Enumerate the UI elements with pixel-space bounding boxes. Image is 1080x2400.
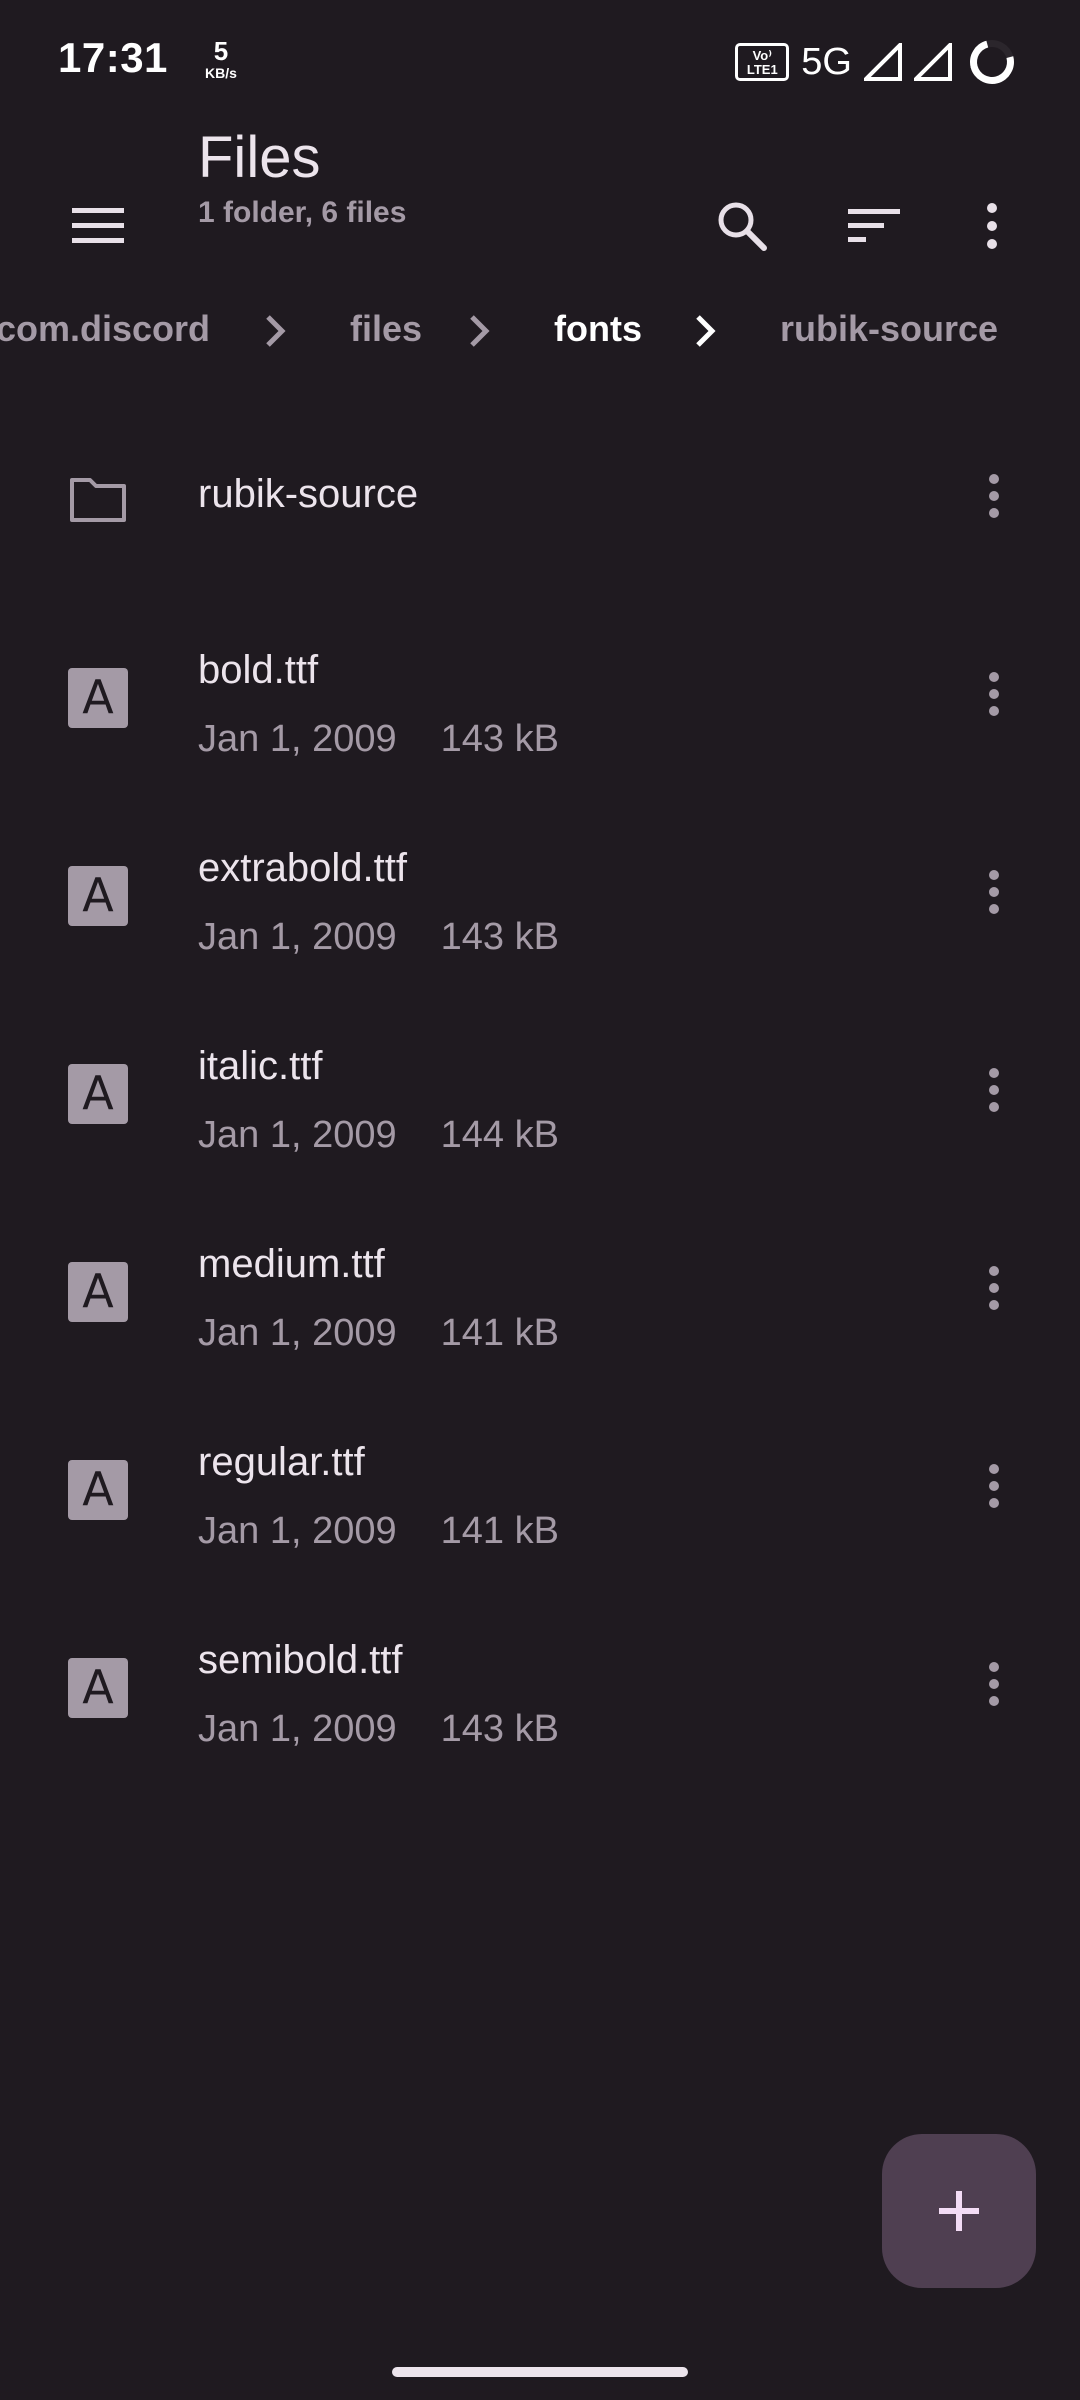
status-bar: 17:31 5 KB/s Vo⁾ LTE1 5G <box>0 0 1080 120</box>
breadcrumb-item-fonts[interactable]: fonts <box>554 308 642 350</box>
more-vert-icon <box>989 1068 999 1112</box>
font-file-icon: A <box>68 1064 128 1124</box>
battery-icon <box>961 31 1023 93</box>
font-file-icon: A <box>68 668 128 728</box>
list-item-file[interactable]: A medium.ttf Jan 1, 2009 141 kB <box>0 1190 1080 1388</box>
file-meta: Jan 1, 2009 143 kB <box>198 718 559 761</box>
file-date: Jan 1, 2009 <box>198 1312 397 1354</box>
page-subtitle: 1 folder, 6 files <box>198 196 407 229</box>
file-name: bold.ttf <box>198 648 319 692</box>
font-file-icon: A <box>68 1658 128 1718</box>
font-file-icon: A <box>68 866 128 926</box>
file-date: Jan 1, 2009 <box>198 718 397 760</box>
file-meta: Jan 1, 2009 143 kB <box>198 1708 559 1751</box>
more-vert-icon <box>989 1662 999 1706</box>
network-speed-unit: KB/s <box>205 65 237 81</box>
list-item-file[interactable]: A bold.ttf Jan 1, 2009 143 kB <box>0 596 1080 794</box>
file-date: Jan 1, 2009 <box>198 916 397 958</box>
more-vert-icon <box>989 474 999 518</box>
status-icons: Vo⁾ LTE1 5G <box>735 31 1023 93</box>
font-file-icon: A <box>68 1460 128 1520</box>
item-more-button[interactable] <box>946 448 1042 544</box>
file-meta: Jan 1, 2009 143 kB <box>198 916 559 959</box>
breadcrumb-item-files[interactable]: files <box>350 308 422 350</box>
more-vert-icon <box>987 203 997 249</box>
network-speed: 5 KB/s <box>198 38 244 80</box>
signal-icon <box>864 43 902 81</box>
file-name: italic.ttf <box>198 1044 323 1088</box>
file-name: medium.ttf <box>198 1242 385 1286</box>
more-options-button[interactable] <box>944 178 1040 274</box>
plus-icon <box>939 2191 979 2231</box>
file-meta: Jan 1, 2009 144 kB <box>198 1114 559 1157</box>
file-date: Jan 1, 2009 <box>198 1114 397 1156</box>
volte-top-text: Vo⁾ <box>752 48 772 63</box>
sort-icon <box>848 209 900 242</box>
file-size: 141 kB <box>440 1510 559 1552</box>
item-more-button[interactable] <box>946 646 1042 742</box>
gesture-handle[interactable] <box>392 2367 688 2377</box>
file-name: extrabold.ttf <box>198 846 408 890</box>
volte-bottom-text: LTE1 <box>746 62 778 77</box>
top-app-bar: Files 1 folder, 6 files <box>0 120 1080 290</box>
item-more-button[interactable] <box>946 1042 1042 1138</box>
network-speed-value: 5 <box>213 36 229 66</box>
folder-icon <box>70 478 126 522</box>
font-file-icon: A <box>68 1262 128 1322</box>
more-vert-icon <box>989 870 999 914</box>
sort-button[interactable] <box>826 178 922 274</box>
file-size: 141 kB <box>440 1312 559 1354</box>
files-screen: 17:31 5 KB/s Vo⁾ LTE1 5G Files 1 folder,… <box>0 0 1080 2400</box>
breadcrumb: com.discord files fonts rubik-source <box>0 290 1080 370</box>
more-vert-icon <box>989 1266 999 1310</box>
volte-icon: Vo⁾ LTE1 <box>735 43 790 81</box>
list-item-file[interactable]: A semibold.ttf Jan 1, 2009 143 kB <box>0 1586 1080 1784</box>
search-button[interactable] <box>694 178 790 274</box>
network-type: 5G <box>801 40 852 83</box>
item-more-button[interactable] <box>946 1438 1042 1534</box>
signal-icon-2 <box>914 43 952 81</box>
file-meta: Jan 1, 2009 141 kB <box>198 1312 559 1355</box>
file-size: 144 kB <box>440 1114 559 1156</box>
page-title: Files <box>198 125 321 190</box>
item-more-button[interactable] <box>946 844 1042 940</box>
more-vert-icon <box>989 1464 999 1508</box>
file-size: 143 kB <box>440 718 559 760</box>
breadcrumb-item-rubik-source[interactable]: rubik-source <box>780 308 998 350</box>
add-fab-button[interactable] <box>882 2134 1036 2288</box>
menu-icon <box>72 208 124 243</box>
file-size: 143 kB <box>440 1708 559 1750</box>
list-item-file[interactable]: A extrabold.ttf Jan 1, 2009 143 kB <box>0 794 1080 992</box>
search-icon <box>718 202 767 251</box>
item-more-button[interactable] <box>946 1636 1042 1732</box>
list-item-file[interactable]: A italic.ttf Jan 1, 2009 144 kB <box>0 992 1080 1190</box>
status-time: 17:31 <box>58 34 168 81</box>
folder-name: rubik-source <box>198 472 419 516</box>
file-name: regular.ttf <box>198 1440 365 1484</box>
list-item-folder[interactable]: rubik-source <box>0 398 1080 596</box>
list-item-file[interactable]: A regular.ttf Jan 1, 2009 141 kB <box>0 1388 1080 1586</box>
file-meta: Jan 1, 2009 141 kB <box>198 1510 559 1553</box>
file-date: Jan 1, 2009 <box>198 1708 397 1750</box>
file-name: semibold.ttf <box>198 1638 403 1682</box>
chevron-right-icon <box>470 315 490 347</box>
chevron-right-icon <box>266 315 286 347</box>
file-size: 143 kB <box>440 916 559 958</box>
file-date: Jan 1, 2009 <box>198 1510 397 1552</box>
item-more-button[interactable] <box>946 1240 1042 1336</box>
more-vert-icon <box>989 672 999 716</box>
chevron-right-icon <box>696 315 716 347</box>
menu-button[interactable] <box>50 178 146 274</box>
breadcrumb-item-com-discord[interactable]: com.discord <box>0 308 210 350</box>
